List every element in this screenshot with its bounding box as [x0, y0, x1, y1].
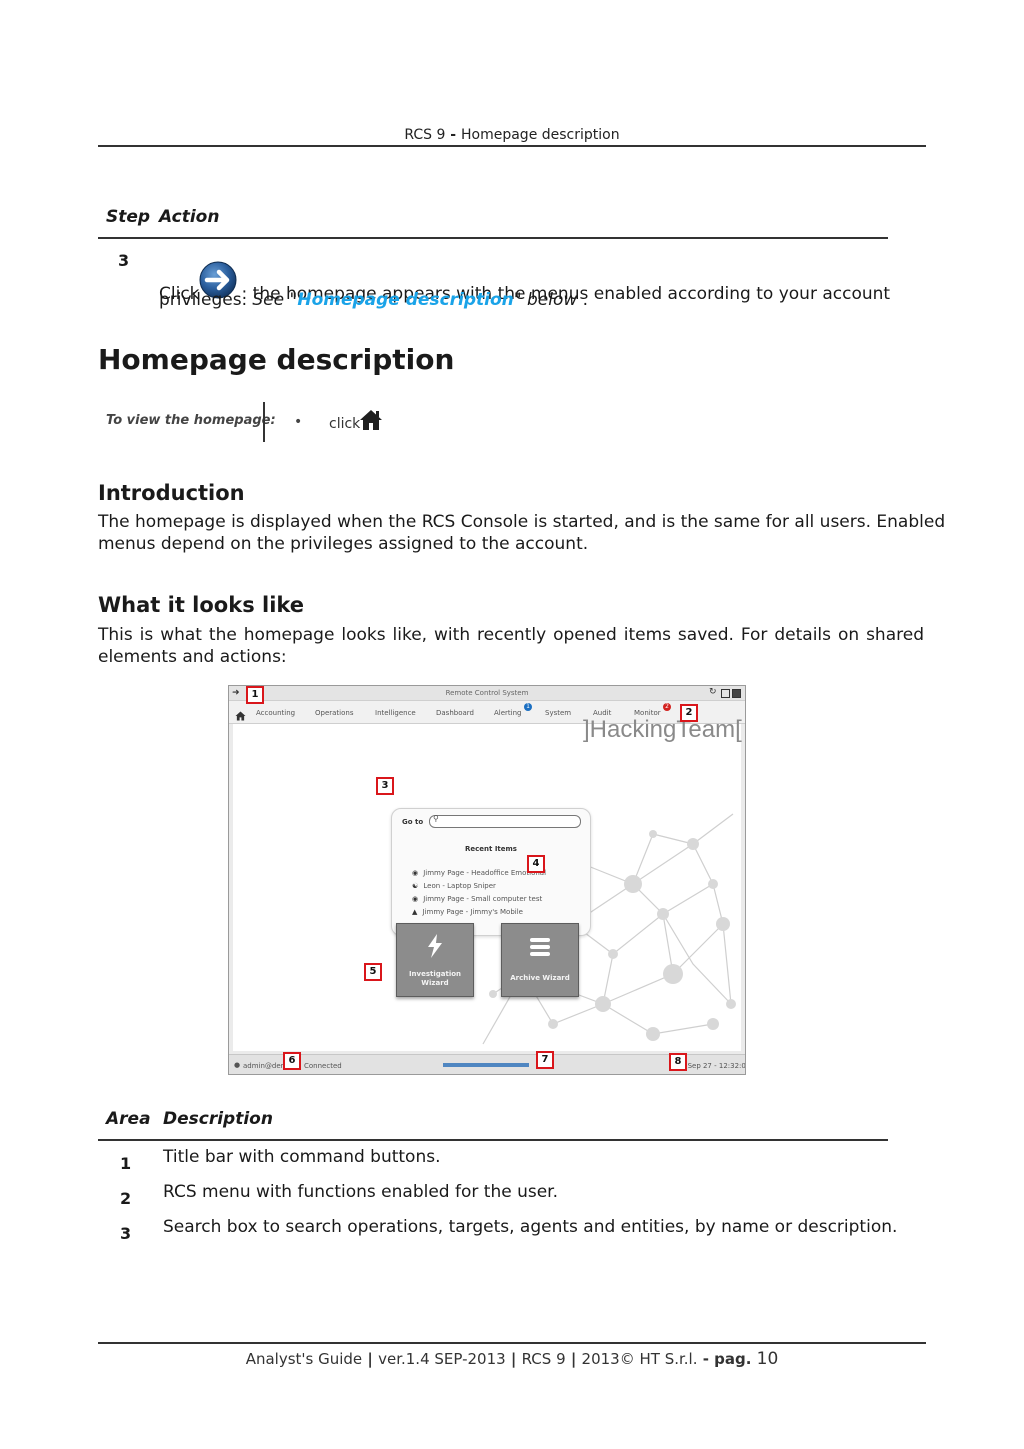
fig-status-date: Fri Sep 27 - 12:32:04 — [677, 1062, 746, 1070]
recent-item[interactable]: ▲ Jimmy Page - Jimmy's Mobile — [412, 899, 523, 918]
fig-window-title: Remote Control System — [445, 689, 529, 697]
footer-rule — [98, 1342, 926, 1344]
footer-page-label: - pag. — [697, 1350, 757, 1368]
introduction-line2: menus depend on the privileges assigned … — [98, 534, 589, 554]
close-icon — [732, 689, 741, 698]
fig-title-bar: ➜ Remote Control System ↻ — [229, 686, 745, 701]
homepage-screenshot: ➜ Remote Control System ↻ Accounting Ope… — [228, 685, 746, 1075]
period: . — [577, 290, 589, 310]
header-separator: - — [445, 127, 461, 143]
footer-sep-1: | — [362, 1350, 379, 1368]
area-number: 2 — [120, 1189, 132, 1208]
fig-menu-intelligence: Intelligence — [375, 709, 416, 717]
goto-panel: Go to ⚲ Recent Items ◉ Jimmy Page - Head… — [391, 808, 591, 936]
archive-wizard-button[interactable]: Archive Wizard — [501, 923, 579, 997]
see-text: See — [252, 290, 290, 310]
area-description: RCS menu with functions enabled for the … — [163, 1182, 559, 1202]
col-area-header: Area — [106, 1109, 151, 1129]
refresh-icon: ↻ — [709, 687, 717, 697]
callout-3: 3 — [376, 777, 394, 795]
page-footer: Analyst's Guide | ver.1.4 SEP-2013 | RCS… — [0, 1349, 1024, 1369]
investigation-wizard-label-2: Wizard — [421, 979, 449, 987]
area-number: 1 — [120, 1154, 132, 1173]
callout-6: 6 — [283, 1052, 301, 1070]
maximize-icon — [721, 689, 730, 698]
investigation-wizard-button[interactable]: Investigation Wizard — [396, 923, 474, 997]
fig-main-area: ]HackingTeam[ Go to ⚲ Recent Items ◉ Jim… — [233, 716, 742, 1051]
privileges-text: privileges. — [159, 290, 253, 310]
introduction-title: Introduction — [98, 481, 245, 505]
fig-home-icon — [235, 706, 246, 725]
page-header: RCS 9 - Homepage description — [0, 127, 1024, 143]
investigation-wizard-label-1: Investigation — [408, 970, 462, 978]
home-icon — [359, 409, 383, 431]
looks-like-title: What it looks like — [98, 593, 305, 617]
archive-wizard-label: Archive Wizard — [510, 974, 570, 982]
view-box-divider — [263, 402, 265, 442]
android-icon: ▲ — [412, 908, 418, 916]
footer-product: RCS 9 — [521, 1350, 566, 1368]
col-description-header: Description — [163, 1109, 273, 1129]
callout-7: 7 — [536, 1051, 554, 1069]
callout-5: 5 — [364, 963, 382, 981]
fig-menu-alerting: Alerting — [494, 709, 522, 717]
footer-version: ver.1.4 SEP-2013 — [378, 1350, 506, 1368]
area-number: 3 — [120, 1224, 132, 1243]
header-product: RCS 9 — [404, 127, 446, 143]
archive-icon-bar — [530, 945, 550, 949]
area-description: Title bar with command buttons. — [163, 1147, 441, 1167]
recent-items-title: Recent Items — [465, 845, 517, 853]
footer-sep-3: | — [565, 1350, 582, 1368]
fig-menu-dashboard: Dashboard — [436, 709, 474, 717]
lightning-icon — [428, 934, 442, 958]
fig-status-state: Connected — [304, 1062, 342, 1070]
callout-8: 8 — [669, 1053, 687, 1071]
search-icon: ⚲ — [433, 814, 439, 823]
fig-alert-badge: 1 — [524, 703, 532, 711]
fig-menu-operations: Operations — [315, 709, 354, 717]
view-click-word: click — [329, 416, 361, 432]
fig-menu-accounting: Accounting — [256, 709, 296, 717]
section-title: Homepage description — [98, 343, 455, 376]
hackingteam-logo: ]HackingTeam[ — [583, 716, 742, 743]
header-rule — [98, 145, 926, 147]
goto-search-input[interactable]: ⚲ — [429, 814, 581, 828]
callout-1: 1 — [246, 686, 264, 704]
footer-sep-2: | — [505, 1350, 522, 1368]
step-table-rule — [98, 237, 888, 239]
step-number: 3 — [118, 251, 130, 270]
archive-icon-bar — [530, 952, 550, 956]
fig-status-bar: ● admin@demo Connected Fri Sep 27 - 12:3… — [229, 1054, 746, 1074]
step-action-line2: privileges. See "Homepage description" b… — [159, 289, 588, 311]
goto-label: Go to — [402, 818, 424, 826]
fig-monitor-badge: 2 — [663, 703, 671, 711]
fig-progress-bar — [443, 1063, 529, 1067]
introduction-line1: The homepage is displayed when the RCS C… — [98, 512, 946, 532]
looks-like-line2: elements and actions: — [98, 647, 287, 667]
col-action-header: Action — [159, 207, 220, 227]
header-section: Homepage description — [461, 127, 620, 143]
footer-guide: Analyst's Guide — [245, 1350, 363, 1368]
looks-like-line1: This is what the homepage looks like, wi… — [98, 625, 924, 645]
archive-icon — [530, 938, 550, 942]
area-table-rule — [98, 1139, 888, 1141]
col-step-header: Step — [106, 207, 151, 227]
area-description: Search box to search operations, targets… — [163, 1217, 898, 1237]
recent-item-label: Jimmy Page - Jimmy's Mobile — [422, 908, 523, 916]
view-bullet: • — [294, 414, 303, 430]
callout-2: 2 — [680, 704, 698, 722]
user-icon: ● — [234, 1061, 241, 1069]
fig-menu-system: System — [545, 709, 572, 717]
callout-4: 4 — [527, 855, 545, 873]
below-text: " below — [513, 290, 578, 310]
footer-copyright: 2013© HT S.r.l. — [581, 1350, 698, 1368]
footer-page-number: 10 — [756, 1349, 779, 1369]
view-homepage-label: To view the homepage: — [106, 413, 276, 428]
homepage-description-link[interactable]: Homepage description — [297, 290, 513, 310]
